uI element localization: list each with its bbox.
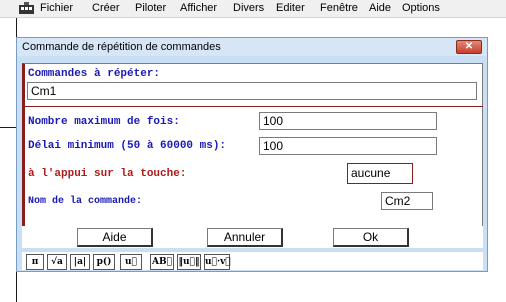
repeat-commands-dialog: Commande de répétition de commandes ✕ Co… — [16, 37, 488, 272]
max-times-input[interactable]: 100 — [259, 112, 437, 130]
symbol-toolbar — [22, 252, 483, 270]
vector-norm-icon[interactable]: ‖u⃗‖ — [177, 254, 201, 270]
commands-label: Commandes à répéter: — [28, 68, 161, 80]
cancel-button[interactable]: Annuler — [207, 228, 283, 247]
sqrt-icon[interactable]: √a — [47, 254, 67, 270]
tree-line-horizontal — [0, 127, 16, 128]
function-icon[interactable]: p() — [93, 254, 115, 270]
delay-label: Délai minimum (50 à 60000 ms): — [28, 140, 227, 152]
menu-creer[interactable]: Créer — [92, 2, 120, 14]
pi-icon[interactable]: π — [26, 254, 44, 270]
tree-line-lower — [16, 272, 17, 302]
menu-fenetre[interactable]: Fenêtre — [320, 2, 358, 14]
delay-input[interactable]: 100 — [259, 137, 437, 155]
menu-divers[interactable]: Divers — [233, 2, 264, 14]
menu-afficher[interactable]: Afficher — [180, 2, 217, 14]
key-input[interactable]: aucune — [347, 163, 413, 184]
dialog-title: Commande de répétition de commandes — [22, 41, 221, 53]
ok-button[interactable]: Ok — [333, 228, 409, 247]
key-label: à l'appui sur la touche: — [28, 168, 187, 180]
menu-fichier[interactable]: Fichier — [40, 2, 73, 14]
help-button[interactable]: Aide — [77, 228, 153, 247]
command-name-input[interactable]: Cm2 — [381, 192, 433, 210]
menu-piloter[interactable]: Piloter — [135, 2, 166, 14]
menu-options[interactable]: Options — [402, 2, 440, 14]
vector-u-icon[interactable]: u⃗ — [120, 254, 142, 270]
menu-aide[interactable]: Aide — [369, 2, 391, 14]
menu-editer[interactable]: Editer — [276, 2, 305, 14]
abs-icon[interactable]: |a| — [70, 254, 90, 270]
divider — [22, 106, 483, 107]
vector-ab-icon[interactable]: AB⃗ — [150, 254, 174, 270]
max-times-label: Nombre maximum de fois: — [28, 116, 180, 128]
commands-input[interactable]: Cm1 — [27, 82, 477, 100]
command-name-label: Nom de la commande: — [28, 196, 143, 207]
dialog-titlebar[interactable]: Commande de répétition de commandes ✕ — [17, 38, 487, 56]
dot-product-icon[interactable]: u⃗·v⃗ — [204, 254, 231, 270]
app-icon[interactable] — [19, 2, 34, 14]
menu-bar: Fichier Créer Piloter Afficher Divers Ed… — [0, 0, 506, 18]
close-button[interactable]: ✕ — [456, 40, 482, 54]
